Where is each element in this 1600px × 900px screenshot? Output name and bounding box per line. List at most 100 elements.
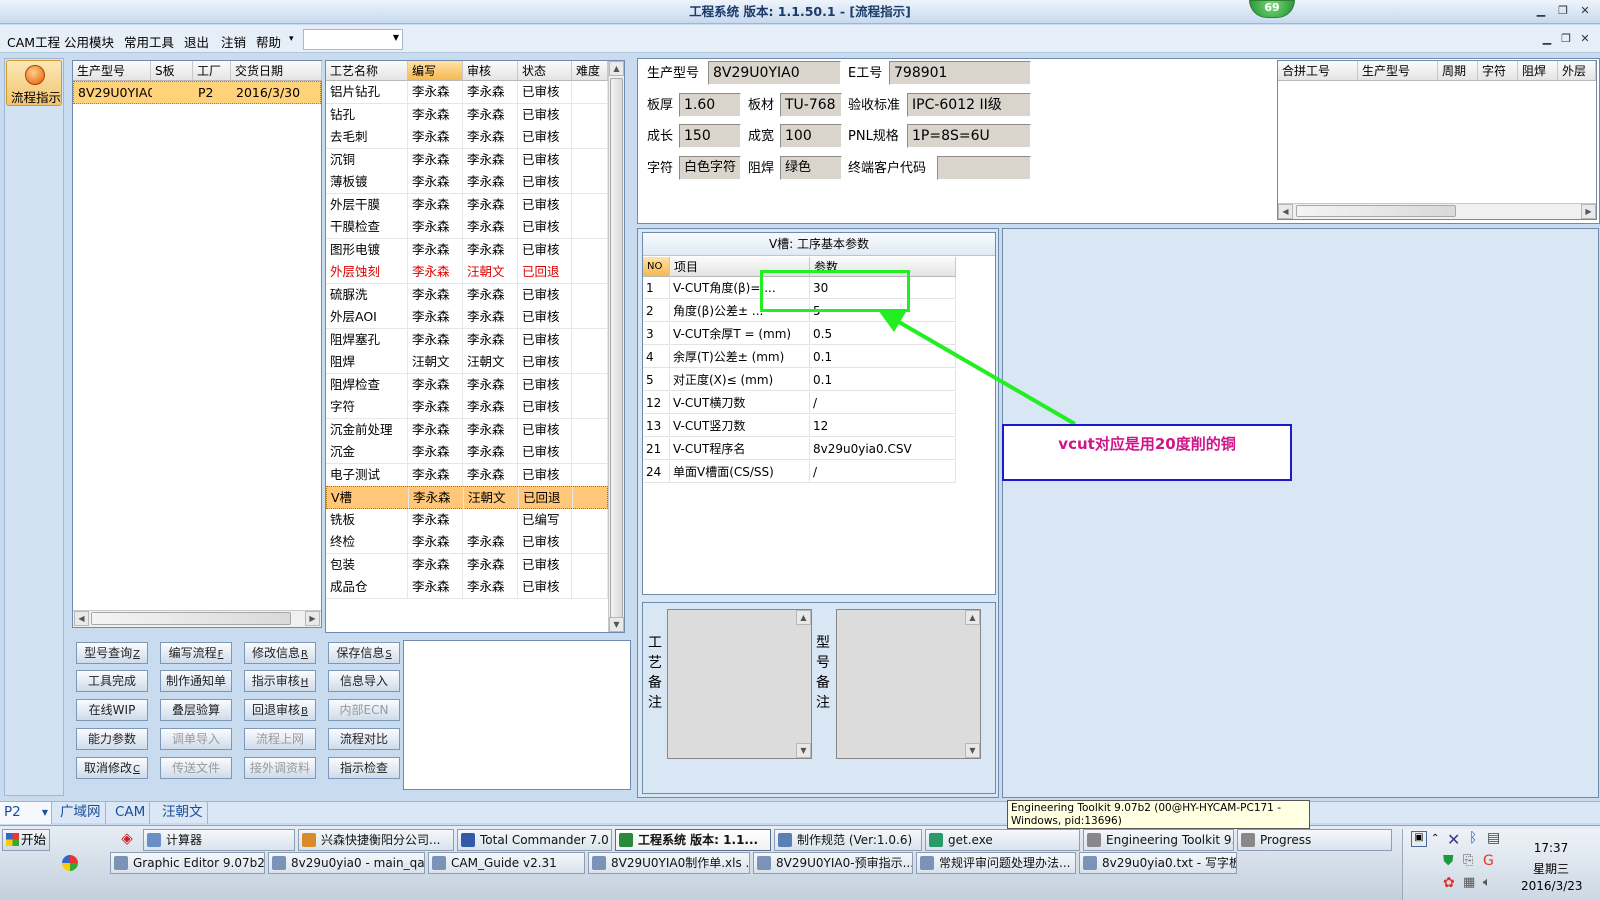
- close-icon[interactable]: ✕: [1576, 3, 1594, 20]
- security-shield-icon[interactable]: ⛊: [1443, 853, 1454, 869]
- table-row[interactable]: 铣板 李永森 已编写: [326, 508, 608, 532]
- menu-cam[interactable]: CAM工程: [7, 32, 60, 51]
- scroll-right-icon[interactable]: ▶: [1581, 204, 1596, 219]
- e-number-field[interactable]: 798901: [889, 61, 1031, 85]
- merge-hscrollbar[interactable]: ◀ ▶: [1278, 203, 1596, 219]
- clock-time[interactable]: 17:37: [1521, 841, 1581, 855]
- menu-combo[interactable]: ▼: [303, 29, 403, 50]
- action-button[interactable]: 保存信息S: [328, 642, 400, 664]
- tab-user[interactable]: 汪朝文: [158, 802, 208, 824]
- material-field[interactable]: TU-768: [780, 93, 842, 117]
- table-row[interactable]: 阻焊检查 李永森 李永森 已审核: [326, 373, 608, 397]
- taskbar-button[interactable]: get.exe: [925, 829, 1080, 851]
- model-field[interactable]: 8V29U0YIA0: [708, 61, 841, 85]
- length-field[interactable]: 150: [679, 124, 741, 148]
- difficulty-col-header[interactable]: 难度: [572, 61, 608, 81]
- scroll-down-icon[interactable]: ▼: [609, 617, 624, 632]
- action-button[interactable]: 工具完成: [76, 670, 148, 692]
- scroll-right-icon[interactable]: ▶: [305, 611, 320, 626]
- action-button[interactable]: 回退审核B: [244, 699, 316, 721]
- table-row[interactable]: 成品仓 李永森 李永森 已审核: [326, 576, 608, 599]
- param-value-cell[interactable]: 8v29u0yia0.CSV: [810, 438, 956, 460]
- taskbar-button[interactable]: Engineering Toolkit 9.0...: [1083, 829, 1234, 851]
- customer-code-field[interactable]: [937, 156, 1031, 180]
- pnl-field[interactable]: 1P=8S=6U: [907, 124, 1031, 148]
- table-row[interactable]: 沉金前处理 李永森 李永森 已审核: [326, 418, 608, 442]
- tray-window-icon[interactable]: ▣: [1411, 831, 1427, 847]
- writer-col-header[interactable]: 编写: [408, 61, 463, 81]
- menu-logout[interactable]: 注销: [221, 32, 246, 51]
- status-col-header[interactable]: 状态: [518, 61, 572, 81]
- scroll-up-icon[interactable]: ▲: [796, 610, 811, 625]
- taskbar-button[interactable]: 8v29u0yia0.txt - 写字板: [1079, 852, 1237, 874]
- table-row[interactable]: 终检 李永森 李永森 已审核: [326, 531, 608, 554]
- action-button[interactable]: 信息导入: [328, 670, 400, 692]
- table-row[interactable]: 薄板镀 李永森 李永森 已审核: [326, 171, 608, 194]
- taskbar-button[interactable]: 兴森快捷衡阳分公司...: [298, 829, 454, 851]
- table-row[interactable]: 硫脲洗 李永森 李永森 已审核: [326, 283, 608, 307]
- tab-cam[interactable]: CAM: [111, 802, 151, 824]
- input-method-icon[interactable]: ✿: [1443, 875, 1455, 891]
- mdi-close-icon[interactable]: ✕: [1576, 31, 1594, 48]
- table-row[interactable]: 阻焊塞孔 李永森 李永森 已审核: [326, 328, 608, 352]
- scroll-left-icon[interactable]: ◀: [74, 611, 89, 626]
- action-button[interactable]: 指示审核H: [244, 670, 316, 692]
- menu-help[interactable]: 帮助: [256, 32, 281, 51]
- scroll-down-icon[interactable]: ▼: [965, 743, 980, 758]
- process-remarks-textarea[interactable]: ▲ ▼: [667, 609, 812, 759]
- taskbar-button[interactable]: Progress: [1237, 829, 1392, 851]
- action-button[interactable]: 编写流程F: [160, 642, 232, 664]
- mdi-minimize-icon[interactable]: ▁: [1538, 31, 1556, 48]
- table-row[interactable]: 8V29U0YIA0 P2 2016/3/30: [73, 81, 321, 104]
- thickness-field[interactable]: 1.60: [679, 93, 741, 117]
- table-row[interactable]: 沉铜 李永森 李永森 已审核: [326, 148, 608, 172]
- minimize-icon[interactable]: ▁: [1532, 3, 1550, 20]
- menu-common-modules[interactable]: 公用模块: [64, 32, 114, 51]
- acceptance-field[interactable]: IPC-6012 II级: [907, 93, 1031, 117]
- reviewer-col-header[interactable]: 审核: [463, 61, 518, 81]
- mdi-restore-icon[interactable]: ❐: [1557, 31, 1575, 48]
- table-row[interactable]: 干膜检查 李永森 李永森 已审核: [326, 216, 608, 239]
- action-button[interactable]: 型号查询Z: [76, 642, 148, 664]
- tray-x-icon[interactable]: ✕: [1447, 830, 1460, 849]
- taskbar-button[interactable]: Graphic Editor 9.07b2 (0...: [110, 852, 265, 874]
- table-row[interactable]: 电子测试 李永森 李永森 已审核: [326, 463, 608, 487]
- width-field[interactable]: 100: [780, 124, 842, 148]
- merge-mask-col-header[interactable]: 阻焊: [1518, 61, 1558, 81]
- table-row[interactable]: 钻孔 李永森 李永森 已审核: [326, 103, 608, 127]
- action-button[interactable]: 修改信息R: [244, 642, 316, 664]
- process-vscrollbar[interactable]: ▲ ▼: [608, 61, 624, 632]
- action-button[interactable]: 指示检查: [328, 757, 400, 779]
- menu-exit[interactable]: 退出: [184, 32, 209, 51]
- table-row[interactable]: 去毛刺 李永森 李永森 已审核: [326, 126, 608, 149]
- quick-launch-icon[interactable]: [62, 855, 78, 871]
- taskbar-button[interactable]: 制作规范 (Ver:1.0.6): [774, 829, 922, 851]
- model-col-header[interactable]: 生产型号: [73, 61, 151, 81]
- taskbar-button[interactable]: 8V29U0YIA0-预审指示...: [753, 852, 913, 874]
- merge-col-header[interactable]: 合拼工号: [1278, 61, 1358, 81]
- tray-g-icon[interactable]: G: [1483, 853, 1494, 869]
- action-button[interactable]: 能力参数: [76, 728, 148, 750]
- action-button[interactable]: 取消修改C: [76, 757, 148, 779]
- character-field[interactable]: 白色字符: [679, 156, 741, 180]
- menu-tools[interactable]: 常用工具: [124, 32, 174, 51]
- table-row[interactable]: 阻焊 汪朝文 汪朝文 已审核: [326, 351, 608, 374]
- sboard-col-header[interactable]: S板: [151, 61, 193, 81]
- outer-col-header[interactable]: 外层: [1558, 61, 1596, 81]
- model-remarks-textarea[interactable]: ▲ ▼: [836, 609, 981, 759]
- scroll-up-icon[interactable]: ▲: [965, 610, 980, 625]
- no-col-header[interactable]: NO: [643, 257, 670, 277]
- table-row[interactable]: 外层干膜 李永森 李永森 已审核: [326, 193, 608, 217]
- table-row[interactable]: 字符 李永森 李永森 已审核: [326, 396, 608, 419]
- action-button[interactable]: 制作通知单: [160, 670, 232, 692]
- model-hscrollbar[interactable]: ◀ ▶: [73, 610, 321, 627]
- help-dropdown-icon[interactable]: ▾: [289, 34, 294, 44]
- table-row[interactable]: 铝片钻孔 李永森 李永森 已审核: [326, 81, 608, 104]
- scroll-thumb[interactable]: [1296, 205, 1456, 217]
- factory-col-header[interactable]: 工厂: [193, 61, 231, 81]
- network-icon[interactable]: ▦: [1463, 875, 1475, 890]
- flow-indicator-button[interactable]: 流程指示: [6, 60, 62, 106]
- scroll-thumb[interactable]: [610, 78, 623, 618]
- tray-expand-icon[interactable]: ⌃: [1431, 833, 1439, 844]
- scroll-up-icon[interactable]: ▲: [609, 61, 624, 76]
